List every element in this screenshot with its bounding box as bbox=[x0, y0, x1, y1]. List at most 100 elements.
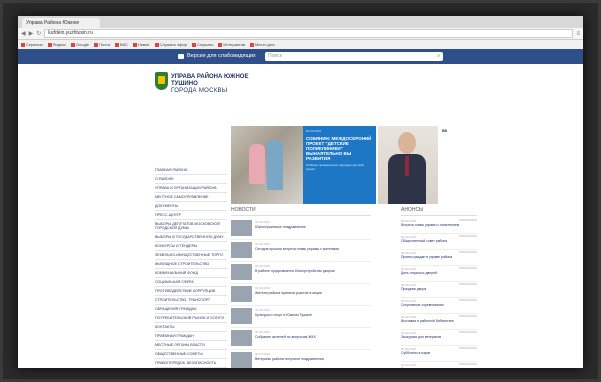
bookmark-item[interactable]: Сервисы bbox=[21, 42, 43, 47]
left-menu-item[interactable]: КОММУНАЛЬНЫЙ ФОНД bbox=[155, 269, 227, 278]
browser-window: Управа Района Южное ◀ ▶ ↻ kufdein.yuzhtu… bbox=[18, 16, 583, 368]
left-menu-item[interactable]: СОЦИАЛЬНАЯ СФЕРА bbox=[155, 278, 227, 287]
bookmark-label: Интерактив bbox=[223, 42, 245, 47]
left-menu-item[interactable]: ПРОТИВОДЕЙСТВИЕ КОРРУПЦИИ bbox=[155, 287, 227, 296]
reload-icon[interactable]: ↻ bbox=[36, 30, 41, 37]
left-menu-item[interactable]: ЖИЛИЩНОЕ СТРОИТЕЛЬСТВО bbox=[155, 260, 227, 269]
news-item[interactable]: 00.00.2016 Культура и спорт в Южном Тушин… bbox=[231, 306, 371, 328]
bookmark-item[interactable]: ВКС bbox=[115, 42, 128, 47]
search-input[interactable]: Поиск ⌕ bbox=[265, 52, 443, 61]
left-menu-item[interactable]: УПРАВА И ОРГАНИЗАЦИИ РАЙОНА bbox=[155, 184, 227, 193]
left-menu-item[interactable]: ЗЕМЕЛЬНО-ИМУЩЕСТВЕННЫЕ ТОРГИ bbox=[155, 251, 227, 260]
announcement-item[interactable]: 00.00.2016 Субботник в парке bbox=[401, 346, 477, 362]
announcement-item[interactable]: 00.00.2016 Прием граждан в управе района bbox=[401, 250, 477, 266]
announcement-item[interactable]: 00.00.2016 Экскурсия для ветеранов bbox=[401, 330, 477, 346]
news-headline[interactable]: Культура и спорт в Южном Тушине bbox=[255, 313, 365, 317]
menu-icon[interactable]: ≡ bbox=[576, 31, 580, 37]
bookmark-label: Слушать эфир bbox=[159, 42, 187, 47]
announcement-text[interactable]: Спортивные соревнования bbox=[401, 303, 475, 307]
bookmark-label: Новое bbox=[137, 42, 150, 47]
left-menu-item[interactable]: ВЫБОРЫ В ГОСУДАРСТВЕННУЮ ДУМУ bbox=[155, 233, 227, 242]
vision-version-link[interactable]: Версия для слабовидящих bbox=[178, 53, 256, 59]
bookmark-item[interactable]: Почта bbox=[93, 42, 110, 47]
hero-headline[interactable]: СОБЯНИН: МЕЖДОСЕРОНИЙ ПРОЕКТ "ДЕТСКИЕ ПО… bbox=[303, 133, 376, 164]
announcement-text[interactable]: Встреча главы управы с населением bbox=[401, 223, 475, 227]
bookmark-item[interactable]: Яндекс bbox=[47, 42, 66, 47]
site-logo[interactable]: УПРАВА РАЙОНА ЮЖНОЕ ТУШИНО ГОРОДА МОСКВЫ bbox=[155, 72, 255, 108]
vision-version-label: Версия для слабовидящих bbox=[187, 53, 256, 59]
news-headline[interactable]: Жители района приняли участие в акции bbox=[255, 291, 365, 295]
search-icon[interactable]: ⌕ bbox=[437, 52, 440, 61]
left-menu-item[interactable]: МЕСТНОЕ САМОУПРАВЛЕНИЕ bbox=[155, 193, 227, 202]
left-menu-item[interactable]: СТРОИТЕЛЬСТВО, ТРАНСПОРТ bbox=[155, 296, 227, 305]
announcement-text[interactable]: День открытых дверей bbox=[401, 271, 475, 275]
left-menu-item[interactable]: ПРЕСС-ЦЕНТР bbox=[155, 211, 227, 220]
left-menu-item[interactable]: КОНТАКТЫ bbox=[155, 323, 227, 332]
news-list: 00.00.2016 Южнотушинское поздравление 00.0… bbox=[231, 218, 371, 368]
bookmark-label: Слушать bbox=[196, 42, 214, 47]
news-headline[interactable]: Ветераны района получили поздравления bbox=[255, 357, 365, 361]
left-menu-item[interactable]: ПРИЕМНАЯ ГРАЖДАН bbox=[155, 332, 227, 341]
left-menu-item[interactable]: О РАЙОНЕ bbox=[155, 175, 227, 184]
announcement-item[interactable]: 00.00.2016 Выставка в районной библиотеке bbox=[401, 314, 477, 330]
news-date: 00.00.2016 bbox=[255, 352, 271, 356]
news-item[interactable]: 00.00.2016 Собрание жителей по вопросам Ж… bbox=[231, 328, 371, 350]
news-headline[interactable]: В районе продолжается благоустройство дв… bbox=[255, 269, 365, 273]
news-item[interactable]: 00.00.2016 Ветераны района получили поздр… bbox=[231, 350, 371, 368]
hero-date: 00.00.2016 bbox=[306, 129, 322, 133]
hero-banner[interactable]: 00.00.2016 СОБЯНИН: МЕЖДОСЕРОНИЙ ПРОЕКТ … bbox=[231, 126, 456, 204]
announcement-item[interactable]: 00.00.2016 Встреча главы управы с населен… bbox=[401, 218, 477, 234]
left-menu-item[interactable]: ВЫБОРЫ ДЕПУТАТОВ МОСКОВСКОЙ ГОРОДСКОЙ ДУ… bbox=[155, 220, 227, 233]
left-menu-item[interactable]: ПРАВОПОРЯДОК, БЕЗОПАСНОСТЬ bbox=[155, 359, 227, 368]
bookmark-item[interactable]: Слушать эфир bbox=[154, 42, 187, 47]
news-title: НОВОСТИ bbox=[231, 207, 371, 216]
news-date: 00.00.2016 bbox=[255, 242, 271, 246]
address-bar: ◀ ▶ ↻ kufdein.yuzhtusin.ru ≡ bbox=[18, 28, 583, 40]
news-thumbnail bbox=[231, 308, 252, 324]
left-menu-item[interactable]: МЕСТНЫЕ ОРГАНЫ ВЛАСТИ bbox=[155, 341, 227, 350]
vk-icon[interactable]: ВК bbox=[442, 128, 447, 133]
bookmark-icon bbox=[71, 42, 76, 47]
hero-text-panel: 00.00.2016 СОБЯНИН: МЕЖДОСЕРОНИЙ ПРОЕКТ … bbox=[303, 126, 376, 204]
news-headline[interactable]: Сегодня прошла встреча главы управы с жи… bbox=[255, 247, 365, 251]
news-item[interactable]: 00.00.2016 Южнотушинское поздравление bbox=[231, 218, 371, 240]
news-item[interactable]: 00.00.2016 Сегодня прошла встреча главы у… bbox=[231, 240, 371, 262]
bookmark-item[interactable]: Место для bbox=[249, 42, 275, 47]
left-menu-item[interactable]: ДОКУМЕНТЫ bbox=[155, 202, 227, 211]
left-menu: ГЛАВНАЯ РАЙОНА О РАЙОНЕ УПРАВА И ОРГАНИЗАЦ… bbox=[155, 166, 227, 368]
web-page: Версия для слабовидящих Поиск ⌕ УПРАВА Р… bbox=[18, 49, 583, 368]
bookmark-item[interactable]: Новое bbox=[132, 42, 150, 47]
announcement-text[interactable]: Общественный совет района bbox=[401, 239, 475, 243]
announcement-text[interactable]: Концерт в культурном центре bbox=[401, 367, 475, 368]
announcement-text[interactable]: Субботник в парке bbox=[401, 351, 475, 355]
announcement-text[interactable]: Выставка в районной библиотеке bbox=[401, 319, 475, 323]
url-field[interactable]: kufdein.yuzhtusin.ru bbox=[44, 29, 574, 38]
news-headline[interactable]: Собрание жителей по вопросам ЖКХ bbox=[255, 335, 365, 339]
left-menu-item[interactable]: ОБЩЕСТВЕННЫЕ СОВЕТЫ bbox=[155, 350, 227, 359]
bookmark-icon bbox=[132, 42, 137, 47]
bookmark-label: Место для bbox=[254, 42, 275, 47]
announcement-text[interactable]: Прием граждан в управе района bbox=[401, 255, 475, 259]
bookmark-icon bbox=[115, 42, 120, 47]
announcement-item[interactable]: 00.00.2016 Спортивные соревнования bbox=[401, 298, 477, 314]
announcement-item[interactable]: 00.00.2016 Праздник двора bbox=[401, 282, 477, 298]
bookmark-item[interactable]: Google bbox=[71, 42, 89, 47]
left-menu-item[interactable]: ГЛАВНАЯ РАЙОНА bbox=[155, 166, 227, 175]
browser-tab[interactable]: Управа Района Южное bbox=[22, 18, 100, 28]
left-menu-item[interactable]: КОНКУРСЫ И ТЕНДЕРЫ bbox=[155, 242, 227, 251]
bookmark-icon bbox=[21, 42, 25, 47]
news-item[interactable]: 00.00.2016 Жители района приняли участие … bbox=[231, 284, 371, 306]
bookmark-item[interactable]: Слушать bbox=[191, 42, 214, 47]
forward-icon[interactable]: ▶ bbox=[29, 30, 34, 37]
left-menu-item[interactable]: ПОТРЕБИТЕЛЬСКИЙ РЫНОК И УСЛУГИ bbox=[155, 314, 227, 323]
left-menu-item[interactable]: ОБРАЩЕНИЯ ГРАЖДАН bbox=[155, 305, 227, 314]
news-item[interactable]: 00.00.2016 В районе продолжается благоуст… bbox=[231, 262, 371, 284]
announcement-item[interactable]: 00.00.2016 Общественный совет района bbox=[401, 234, 477, 250]
announcement-item[interactable]: 00.00.2016 День открытых дверей bbox=[401, 266, 477, 282]
news-headline[interactable]: Южнотушинское поздравление bbox=[255, 225, 365, 229]
bookmark-item[interactable]: Интерактив bbox=[218, 42, 245, 47]
announcement-item[interactable]: 00.00.2016Концерт в культурном центре bbox=[401, 362, 477, 368]
announcement-text[interactable]: Экскурсия для ветеранов bbox=[401, 335, 475, 339]
back-icon[interactable]: ◀ bbox=[21, 30, 26, 37]
announcement-text[interactable]: Праздник двора bbox=[401, 287, 475, 291]
